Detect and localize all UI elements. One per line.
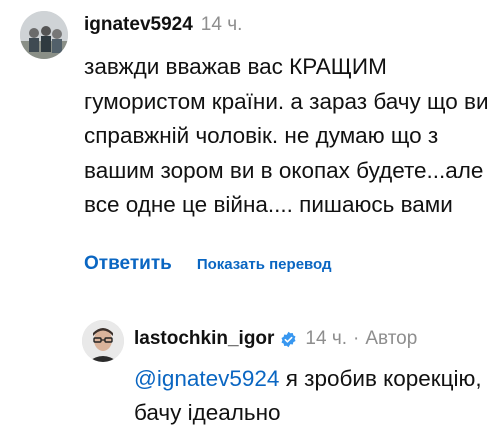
reply-header: lastochkin_igor 14 ч. · Автор (134, 328, 417, 350)
reply-button[interactable]: Ответить (84, 253, 172, 275)
author-label: Автор (365, 328, 418, 349)
comment-actions: Ответить Показать перевод (84, 253, 332, 275)
comment-username[interactable]: ignatev5924 (84, 14, 193, 36)
reply-timestamp: 14 ч. (305, 328, 348, 349)
comment-timestamp: 14 ч. (200, 14, 243, 35)
reply-username[interactable]: lastochkin_igor (134, 328, 274, 350)
mention-link[interactable]: @ignatev5924 (134, 366, 279, 391)
reply-text: @ignatev5924 я зробив корекцію, бачу іде… (134, 362, 484, 430)
separator-dot: · (353, 328, 360, 349)
reply-avatar[interactable] (82, 320, 124, 362)
comment-header: ignatev5924 14 ч. (84, 14, 242, 38)
show-translation-button[interactable]: Показать перевод (197, 256, 332, 273)
comment-text: завжди вважав вас КРАЩИМ гумористом краї… (84, 54, 489, 217)
verified-badge-icon (280, 331, 297, 348)
avatar[interactable] (20, 11, 68, 59)
